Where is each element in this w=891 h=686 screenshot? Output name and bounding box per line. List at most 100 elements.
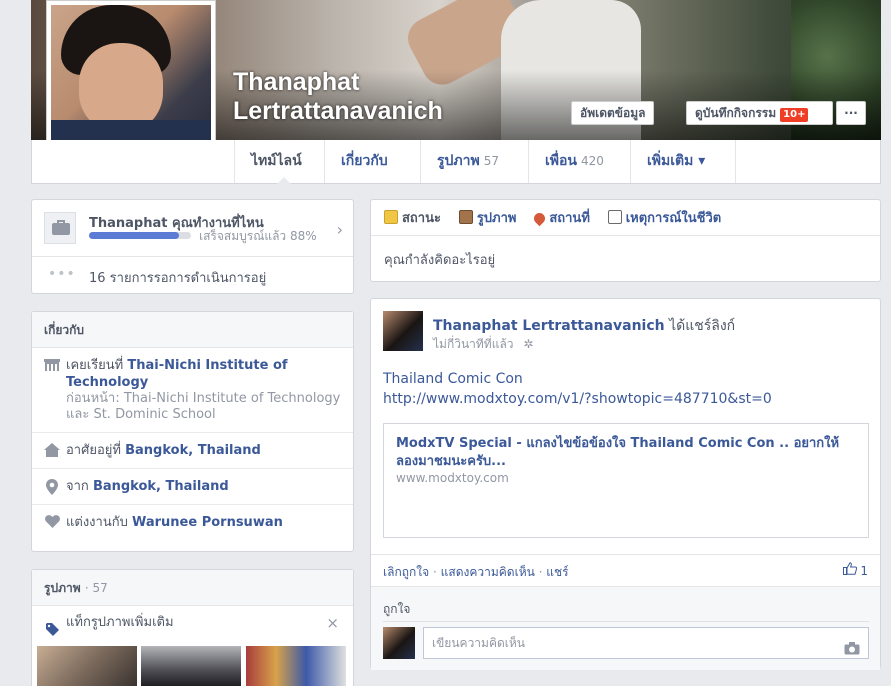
photo-thumbnail[interactable]	[141, 646, 241, 686]
composer-tab-label: สถานะ	[402, 211, 441, 226]
book-icon	[607, 210, 622, 224]
profile-first-name: Thanaphat	[233, 68, 360, 96]
comment-placeholder: เขียนความคิดเห็น	[432, 636, 525, 650]
composer-tab-status[interactable]: สถานะ	[384, 201, 441, 237]
tab-label: ไทม์ไลน์	[251, 153, 302, 169]
post-text: Thailand Comic Con http://www.modxtoy.co…	[383, 369, 772, 409]
tab-timeline[interactable]: ไทม์ไลน์	[234, 140, 324, 184]
about-from: จาก Bangkok, Thailand	[32, 469, 353, 505]
post-time[interactable]: ไม่กี่วินาทีที่แล้ว	[433, 337, 514, 351]
place-icon	[532, 210, 548, 227]
photo-thumbnail[interactable]	[37, 646, 137, 686]
tag-icon	[46, 616, 59, 650]
chevron-right-icon[interactable]: ›	[337, 220, 343, 239]
tab-count: 57	[483, 154, 500, 168]
tag-more-photos[interactable]: แท็กรูปภาพเพิ่มเติม ×	[32, 606, 353, 640]
school-icon	[44, 358, 60, 374]
heart-icon	[44, 515, 60, 531]
tab-photos[interactable]: รูปภาพ 57	[420, 140, 528, 183]
status-input[interactable]: คุณกำลังคิดอะไรอยู่	[371, 236, 880, 283]
married-to-link[interactable]: Warunee Pornsuwan	[132, 515, 283, 530]
status-icon	[384, 210, 398, 224]
about-header[interactable]: เกี่ยวกับ	[32, 312, 353, 348]
studied-prefix: เคยเรียนที่	[66, 358, 124, 373]
tab-label: เพิ่มเติม ▾	[647, 153, 706, 169]
composer-tab-label: รูปภาพ	[476, 211, 517, 226]
lives-prefix: อาศัยอยู่ที่	[66, 443, 121, 458]
home-icon	[44, 443, 60, 459]
tab-label: เกี่ยวกับ	[341, 153, 388, 169]
profile-completion-card: Thanaphat คุณทำงานที่ไหน เสร็จสมบูรณ์แล้…	[31, 199, 354, 294]
from-prefix: จาก	[66, 479, 89, 494]
separator: ·	[432, 565, 437, 579]
like-count[interactable]: 1	[842, 562, 868, 578]
status-composer: สถานะ รูปภาพ สถานที่ เหตุการณ์ในชีวิต คุ…	[370, 199, 881, 282]
profile-nav: ไทม์ไลน์ เกี่ยวกับ รูปภาพ 57 เพื่อน 420 เพ…	[31, 140, 881, 184]
tab-friends[interactable]: เพื่อน 420	[528, 140, 630, 183]
progress-text: เสร็จสมบูรณ์แล้ว 88%	[199, 229, 317, 243]
post-author-link[interactable]: Thanaphat Lertrattanavanich	[433, 318, 665, 334]
about-relationship: แต่งงานกับ Warunee Pornsuwan	[32, 505, 353, 540]
tab-label: รูปภาพ	[437, 153, 480, 169]
more-options-button[interactable]: ···	[836, 101, 866, 125]
from-link[interactable]: Bangkok, Thailand	[93, 479, 229, 494]
married-prefix: แต่งงานกับ	[66, 515, 128, 530]
lives-in-link[interactable]: Bangkok, Thailand	[125, 443, 261, 458]
profile-progress-bar	[89, 232, 191, 239]
photos-header-label[interactable]: รูปภาพ	[44, 581, 81, 595]
briefcase-icon	[44, 212, 76, 244]
post-actions: เลิกถูกใจ · แสดงความคิดเห็น · แชร์	[383, 563, 569, 582]
thumbs-up-icon	[842, 562, 861, 578]
comments-section: ถูกใจ เขียนความคิดเห็น	[371, 586, 880, 670]
link-preview-domain: www.modxtoy.com	[396, 471, 509, 485]
composer-tab-photo[interactable]: รูปภาพ	[458, 201, 517, 237]
photo-thumbnail[interactable]	[246, 646, 346, 686]
composer-tab-label: สถานที่	[549, 211, 590, 226]
share-button[interactable]: แชร์	[546, 565, 568, 579]
profile-name[interactable]: Thanaphat Lertrattanavanich	[233, 68, 443, 126]
comment-button[interactable]: แสดงความคิดเห็น	[441, 565, 535, 579]
separator: ·	[538, 565, 543, 579]
close-icon[interactable]: ×	[326, 606, 339, 640]
link-preview[interactable]: ModxTV Special - แกลงไขข้อข้องใจ Thailan…	[383, 423, 869, 538]
composer-tab-place[interactable]: สถานที่	[532, 201, 590, 237]
tag-more-label: แท็กรูปภาพเพิ่มเติม	[66, 615, 174, 630]
like-count-value: 1	[860, 564, 868, 578]
photo-icon	[458, 210, 473, 224]
activity-log-label: ดูบันทึกกิจกรรม	[695, 106, 777, 120]
composer-tab-life-event[interactable]: เหตุการณ์ในชีวิต	[607, 201, 722, 237]
previous-schools: ก่อนหน้า: Thai-Nichi Institute of Techno…	[66, 391, 341, 422]
commenter-avatar	[383, 627, 415, 659]
pending-items-link[interactable]: 16 รายการรอการดำเนินการอยู่	[89, 267, 266, 288]
comment-input[interactable]: เขียนความคิดเห็น	[423, 627, 869, 659]
camera-icon[interactable]	[844, 636, 860, 666]
update-info-button[interactable]: อัพเดตข้อมูล	[571, 101, 655, 125]
tab-more[interactable]: เพิ่มเติม ▾	[630, 140, 736, 183]
likes-label[interactable]: ถูกใจ	[383, 600, 410, 619]
progress-fill	[89, 232, 179, 239]
profile-last-name: Lertrattanavanich	[233, 97, 443, 125]
pending-dots-icon: •••	[48, 266, 76, 282]
activity-log-button[interactable]: ดูบันทึกกิจกรรม 10+	[686, 101, 833, 125]
location-pin-icon	[44, 479, 60, 495]
composer-tabs: สถานะ รูปภาพ สถานที่ เหตุการณ์ในชีวิต	[371, 200, 880, 236]
about-card: เกี่ยวกับ เคยเรียนที่ Thai-Nichi Institu…	[31, 311, 354, 552]
link-preview-title: ModxTV Special - แกลงไขข้อข้องใจ Thailan…	[396, 436, 840, 469]
tab-label: เพื่อน	[545, 153, 577, 169]
audience-icon[interactable]: ✲	[523, 337, 533, 351]
unlike-button[interactable]: เลิกถูกใจ	[383, 565, 429, 579]
post-meta: ไม่กี่วินาทีที่แล้ว ✲	[433, 335, 533, 354]
about-education: เคยเรียนที่ Thai-Nichi Institute of Tech…	[32, 348, 353, 433]
post-text-line: Thailand Comic Con	[383, 371, 523, 387]
about-lives-in: อาศัยอยู่ที่ Bangkok, Thailand	[32, 433, 353, 469]
photos-count: · 57	[84, 581, 108, 595]
post-url-link[interactable]: http://www.modxtoy.com/v1/?showtopic=487…	[383, 389, 772, 409]
post-author-avatar[interactable]	[383, 311, 423, 351]
composer-tab-label: เหตุการณ์ในชีวิต	[625, 211, 722, 226]
photos-header: รูปภาพ · 57	[32, 570, 353, 606]
tab-count: 420	[581, 154, 604, 168]
tab-about[interactable]: เกี่ยวกับ	[324, 140, 420, 183]
activity-badge: 10+	[780, 108, 809, 122]
post-header: Thanaphat Lertrattanavanich ได้แชร์ลิงก์	[433, 315, 735, 337]
timeline-post: Thanaphat Lertrattanavanich ได้แชร์ลิงก์…	[370, 298, 881, 670]
